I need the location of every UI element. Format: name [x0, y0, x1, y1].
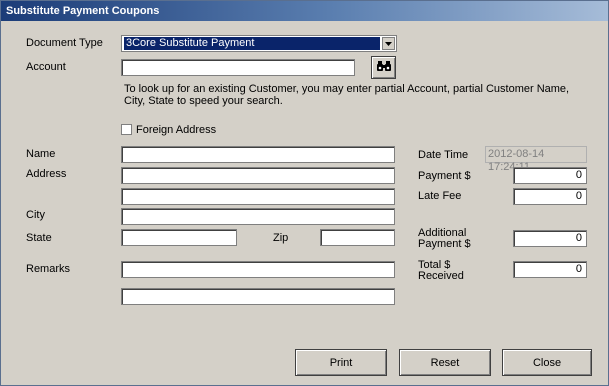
window-title: Substitute Payment Coupons	[6, 5, 160, 17]
city-input[interactable]	[121, 208, 395, 225]
address-line1-input[interactable]	[121, 167, 395, 184]
binoculars-icon	[376, 60, 391, 75]
account-label: Account	[26, 61, 66, 73]
name-input[interactable]	[121, 146, 395, 163]
remarks-label: Remarks	[26, 263, 71, 275]
state-input[interactable]	[121, 229, 237, 246]
document-type-value: 3Core Substitute Payment	[124, 37, 380, 50]
remarks-line1-input[interactable]	[121, 261, 395, 278]
address-line2-input[interactable]	[121, 188, 395, 205]
chevron-down-icon[interactable]	[382, 37, 395, 50]
lookup-button[interactable]	[371, 56, 396, 79]
foreign-address-label: Foreign Address	[136, 124, 217, 136]
document-type-label: Document Type	[26, 37, 103, 49]
late-fee-input[interactable]: 0	[513, 188, 587, 205]
account-input[interactable]	[121, 59, 355, 76]
state-label: State	[26, 232, 52, 244]
additional-payment-input[interactable]: 0	[513, 230, 587, 247]
help-text-line2: City, State to speed your search.	[124, 95, 283, 107]
title-bar: Substitute Payment Coupons	[1, 1, 608, 21]
city-label: City	[26, 209, 45, 221]
payment-label: Payment $	[418, 170, 471, 182]
remarks-line2-input[interactable]	[121, 288, 395, 305]
close-button[interactable]: Close	[502, 349, 592, 376]
substitute-payment-window: Substitute Payment Coupons Document Type…	[0, 0, 609, 386]
reset-button[interactable]: Reset	[399, 349, 491, 376]
date-time-label: Date Time	[418, 149, 469, 161]
zip-label: Zip	[273, 232, 289, 244]
additional-payment-label-line2: Payment $	[418, 238, 471, 250]
address-label: Address	[26, 168, 67, 180]
name-label: Name	[26, 148, 56, 160]
print-button[interactable]: Print	[295, 349, 387, 376]
zip-input[interactable]	[320, 229, 395, 246]
document-type-select[interactable]: 3Core Substitute Payment	[121, 35, 397, 52]
total-received-label-line2: Received	[418, 270, 464, 282]
foreign-address-checkbox[interactable]	[121, 124, 132, 135]
date-time-field: 2012-08-14 17:24:11	[485, 146, 587, 173]
payment-input[interactable]: 0	[513, 167, 587, 184]
late-fee-label: Late Fee	[418, 190, 462, 202]
total-received-input[interactable]: 0	[513, 261, 587, 278]
